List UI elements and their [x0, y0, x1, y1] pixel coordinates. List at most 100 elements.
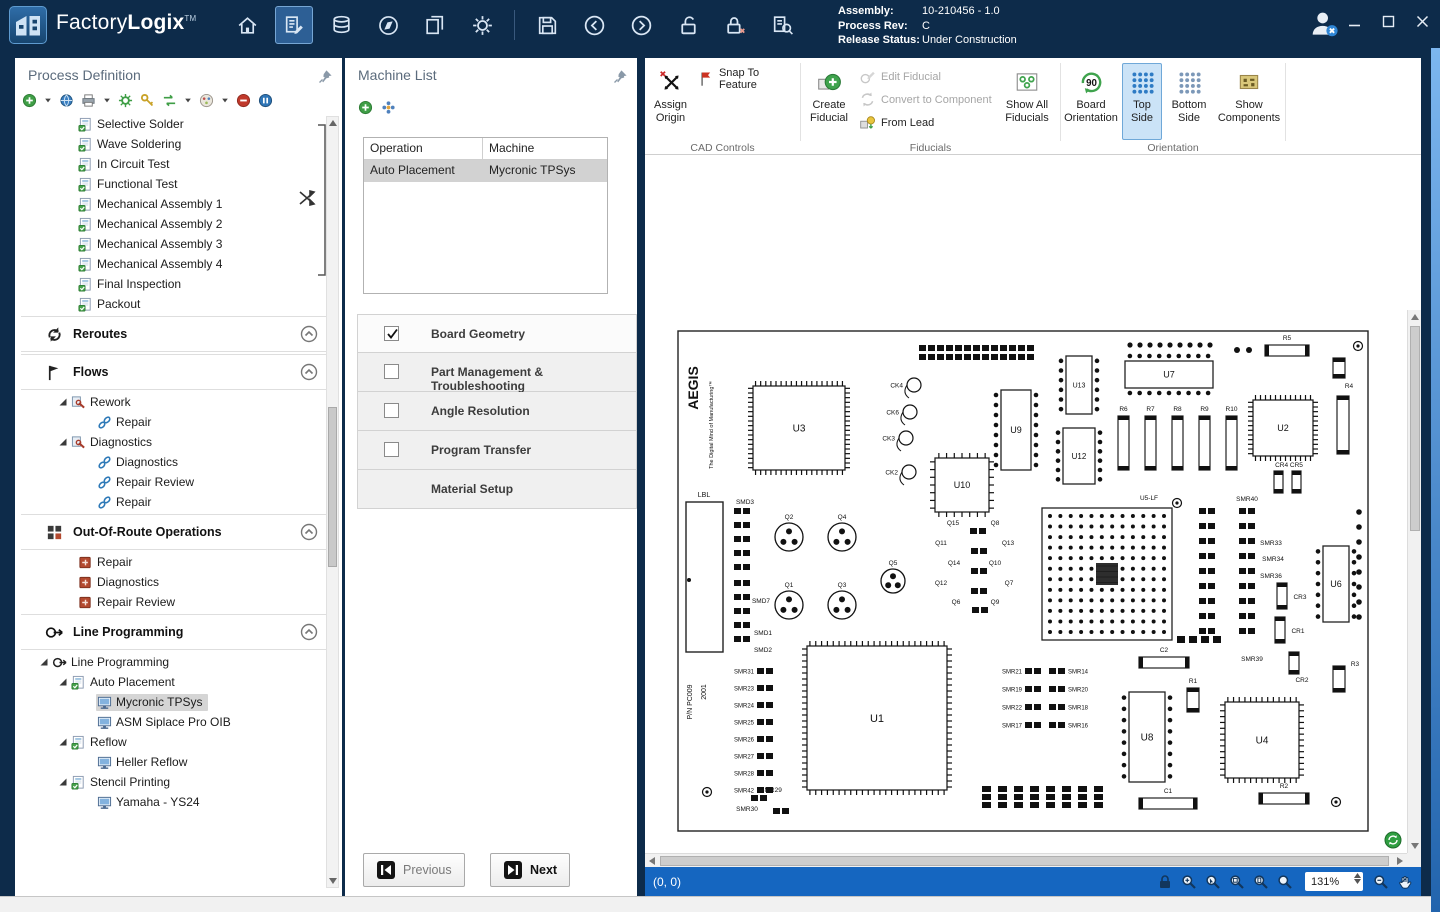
next-button[interactable]: Next [490, 853, 570, 887]
pin-icon[interactable] [318, 69, 333, 84]
step-part-management-troubleshooting[interactable]: Part Management & Troubleshooting [357, 353, 637, 392]
tree-item-rework[interactable]: Rework [15, 392, 342, 412]
tree-item-packout[interactable]: Packout [15, 294, 342, 314]
canvas-vertical-scrollbar[interactable] [1407, 310, 1421, 853]
section-header-reroutes[interactable]: Reroutes [15, 319, 342, 349]
show-all-fiducials-button[interactable]: Show All Fiducials [999, 63, 1055, 140]
maximize-button[interactable] [1376, 10, 1400, 32]
tree-item-mycronic-tpsys[interactable]: Mycronic TPSys [15, 692, 342, 712]
expander-icon[interactable] [58, 777, 68, 787]
user-account-button[interactable] [1308, 8, 1344, 42]
tree-item-diagnostics[interactable]: Diagnostics [15, 432, 342, 452]
from-lead-button[interactable]: From Lead [859, 112, 934, 133]
pin-icon[interactable] [613, 69, 628, 84]
caret-icon[interactable] [221, 93, 229, 108]
pcb-board-view[interactable]: AEGISThe Digital Mind of Manufacturing™L… [677, 330, 1369, 832]
tree-item-repair[interactable]: Repair [15, 412, 342, 432]
step-checkbox[interactable] [384, 442, 399, 457]
database-button[interactable] [322, 6, 360, 44]
save-button[interactable] [528, 6, 566, 44]
expander-icon[interactable] [58, 397, 68, 407]
cad-canvas[interactable]: AEGISThe Digital Mind of Manufacturing™L… [645, 155, 1421, 867]
step-board-geometry[interactable]: Board Geometry [357, 314, 637, 353]
tree-item-heller-reflow[interactable]: Heller Reflow [15, 752, 342, 772]
scroll-down-arrow[interactable] [1408, 839, 1421, 853]
column-header-operation[interactable]: Operation [364, 138, 483, 159]
section-header-flows[interactable]: Flows [15, 357, 342, 387]
collapse-section-button[interactable] [300, 623, 318, 641]
section-header-out-of-route-operations[interactable]: Out-Of-Route Operations [15, 517, 342, 547]
expander-icon[interactable] [58, 677, 68, 687]
tree-item-final-inspection[interactable]: Final Inspection [15, 274, 342, 294]
scrollbar-thumb[interactable] [660, 856, 1389, 866]
assign-origin-button[interactable]: Assign Origin [648, 63, 693, 140]
tree-item-diagnostics[interactable]: Diagnostics [15, 452, 342, 472]
tree-item-line-programming[interactable]: Line Programming [15, 652, 342, 672]
bottom-side-button[interactable]: Bottom Side [1165, 63, 1213, 140]
tree-item-yamaha-ys24[interactable]: Yamaha - YS24 [15, 792, 342, 812]
top-side-button[interactable]: Top Side [1122, 63, 1162, 140]
back-button[interactable] [575, 6, 613, 44]
previous-button[interactable]: Previous [363, 853, 465, 887]
tree-item-auto-placement[interactable]: Auto Placement [15, 672, 342, 692]
tree-item-mechanical-assembly-1[interactable]: Mechanical Assembly 1 [15, 194, 342, 214]
expander-icon[interactable] [58, 737, 68, 747]
collapse-section-button[interactable] [300, 523, 318, 541]
column-header-machine[interactable]: Machine [483, 138, 534, 159]
tree-scrollbar[interactable] [326, 116, 339, 888]
create-fiducial-button[interactable]: Create Fiducial [805, 63, 853, 140]
tree-item-repair[interactable]: Repair [15, 492, 342, 512]
step-checkbox[interactable] [384, 403, 399, 418]
add-icon[interactable] [358, 100, 373, 115]
tree-item-mechanical-assembly-3[interactable]: Mechanical Assembly 3 [15, 234, 342, 254]
minimize-button[interactable] [1342, 10, 1366, 32]
magnifier-page-icon[interactable] [1253, 874, 1269, 890]
collapse-section-button[interactable] [300, 325, 318, 343]
step-checkbox[interactable] [384, 364, 399, 379]
magnifier-pointer-icon[interactable] [1205, 874, 1221, 890]
swap-icon[interactable] [162, 93, 177, 108]
expander-icon[interactable] [58, 437, 68, 447]
magnifier-icon[interactable] [1277, 874, 1293, 890]
palette-icon[interactable] [199, 93, 214, 108]
magnifier-plus-icon[interactable] [1181, 874, 1197, 890]
forward-button[interactable] [622, 6, 660, 44]
close-button[interactable] [1410, 10, 1434, 32]
edit-button[interactable] [275, 6, 313, 44]
scrollbar-thumb[interactable] [1410, 326, 1420, 531]
gear-button[interactable] [463, 6, 501, 44]
step-material-setup[interactable]: Material Setup [357, 470, 637, 509]
scroll-right-arrow[interactable] [1393, 854, 1407, 867]
step-checkbox[interactable] [384, 326, 399, 341]
add-icon[interactable] [22, 93, 37, 108]
tree-item-stencil-printing[interactable]: Stencil Printing [15, 772, 342, 792]
magnifier-fit-icon[interactable] [1373, 874, 1389, 890]
machine-table-row[interactable]: Auto PlacementMycronic TPSys [364, 160, 607, 182]
unlock-button[interactable] [669, 6, 707, 44]
magnifier-window-icon[interactable] [1229, 874, 1245, 890]
step-angle-resolution[interactable]: Angle Resolution [357, 392, 637, 431]
key-icon[interactable] [140, 93, 155, 108]
scroll-down-arrow[interactable] [327, 875, 338, 887]
flower-icon[interactable] [381, 100, 396, 115]
pause-icon[interactable] [258, 93, 273, 108]
tree-item-diagnostics[interactable]: Diagnostics [15, 572, 342, 592]
zoom-spinner[interactable] [1354, 873, 1361, 884]
print-icon[interactable] [81, 93, 96, 108]
lock-icon[interactable] [1157, 874, 1173, 890]
show-components-button[interactable]: Show Components [1216, 63, 1282, 140]
convert-to-component-button[interactable]: Convert to Component [859, 89, 992, 110]
remove-icon[interactable] [236, 93, 251, 108]
zoom-level-input[interactable]: 131% [1305, 872, 1363, 891]
scroll-up-arrow[interactable] [327, 117, 338, 129]
find-button[interactable] [763, 6, 801, 44]
canvas-horizontal-scrollbar[interactable] [645, 853, 1407, 867]
board-orientation-button[interactable]: 90 Board Orientation [1063, 63, 1119, 140]
tree-item-in-circuit-test[interactable]: In Circuit Test [15, 154, 342, 174]
tree-item-repair[interactable]: Repair [15, 552, 342, 572]
expander-icon[interactable] [39, 657, 49, 667]
scrollbar-thumb[interactable] [328, 407, 337, 567]
caret-icon[interactable] [103, 93, 111, 108]
scroll-up-arrow[interactable] [1408, 310, 1421, 324]
lock-button[interactable] [716, 6, 754, 44]
